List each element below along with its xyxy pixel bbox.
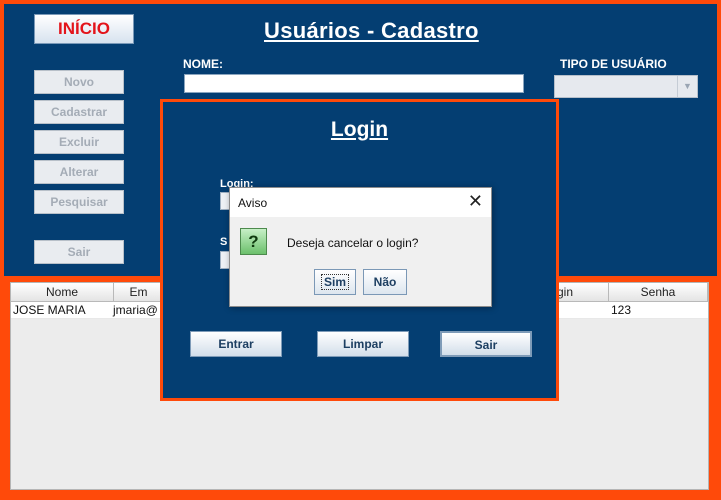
entrar-button[interactable]: Entrar [190, 331, 282, 357]
page-title: Usuários - Cadastro [264, 18, 479, 43]
question-icon: ? [240, 228, 267, 255]
inicio-button[interactable]: INÍCIO [34, 14, 134, 44]
cell-nome: JOSE MARIA [13, 303, 86, 317]
column-header-nome[interactable]: Nome [11, 283, 114, 302]
nome-input[interactable] [184, 74, 524, 93]
pesquisar-button[interactable]: Pesquisar [34, 190, 124, 214]
cadastrar-button[interactable]: Cadastrar [34, 100, 124, 124]
column-header-login[interactable]: gin [551, 283, 609, 302]
novo-button[interactable]: Novo [34, 70, 124, 94]
app-window: INÍCIO Usuários - Cadastro NOME: TIPO DE… [0, 0, 721, 500]
dialog-title: Aviso [238, 196, 268, 210]
tipo-usuario-select[interactable]: ▼ [554, 75, 698, 98]
tipo-usuario-label: TIPO DE USUÁRIO [560, 57, 667, 71]
dialog-message: Deseja cancelar o login? [287, 236, 419, 250]
senha-field-label: S [220, 236, 228, 248]
confirm-dialog: Aviso ✕ ? Deseja cancelar o login? Sim N… [229, 187, 492, 307]
close-icon[interactable]: ✕ [468, 192, 483, 210]
cell-senha: 123 [611, 303, 632, 317]
login-sair-button[interactable]: Sair [440, 331, 532, 357]
excluir-button[interactable]: Excluir [34, 130, 124, 154]
limpar-button[interactable]: Limpar [317, 331, 409, 357]
nao-button[interactable]: Não [363, 269, 407, 295]
dialog-titlebar: Aviso ✕ [230, 188, 491, 217]
column-header-senha[interactable]: Senha [609, 283, 708, 302]
cell-email: jmaria@ [113, 303, 158, 317]
login-title: Login [330, 118, 389, 141]
sair-button[interactable]: Sair [34, 240, 124, 264]
alterar-button[interactable]: Alterar [34, 160, 124, 184]
sim-button[interactable]: Sim [314, 269, 356, 295]
sim-button-label: Sim [320, 274, 349, 290]
chevron-down-icon[interactable]: ▼ [677, 76, 697, 97]
nome-label: NOME: [183, 57, 223, 71]
column-header-email[interactable]: Em [114, 283, 164, 302]
